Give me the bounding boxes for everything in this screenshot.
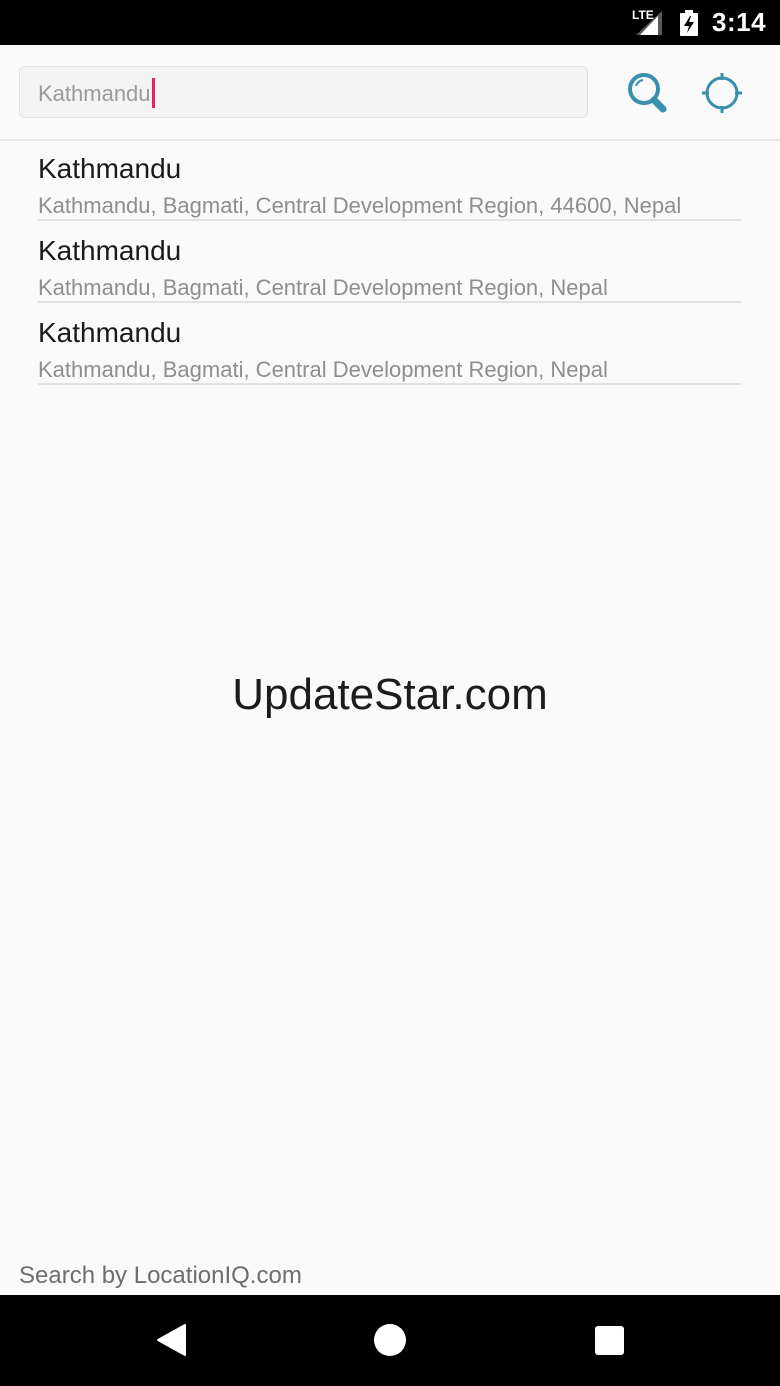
clock: 3:14 — [712, 7, 767, 37]
search-button[interactable] — [618, 62, 678, 122]
home-button[interactable] — [365, 1315, 415, 1365]
attribution-footer: Search by LocationIQ.com — [19, 1262, 302, 1289]
recents-button[interactable] — [585, 1315, 635, 1365]
result-title: Kathmandu — [38, 153, 182, 184]
search-toolbar: Kathmandu — [0, 45, 780, 141]
signal-strength-icon — [636, 11, 662, 35]
watermark: UpdateStar.com — [232, 670, 548, 719]
home-icon — [374, 1324, 406, 1356]
my-location-button[interactable] — [692, 62, 752, 122]
status-bar: LTE 3:14 — [0, 0, 780, 45]
result-item[interactable]: Kathmandu Kathmandu, Bagmati, Central De… — [38, 139, 741, 221]
result-address: Kathmandu, Bagmati, Central Development … — [38, 193, 682, 218]
navigation-bar — [0, 1295, 780, 1386]
result-item[interactable]: Kathmandu Kathmandu, Bagmati, Central De… — [38, 303, 741, 385]
result-item[interactable]: Kathmandu Kathmandu, Bagmati, Central De… — [38, 221, 741, 303]
back-icon — [157, 1324, 186, 1356]
search-input[interactable]: Kathmandu — [19, 66, 588, 118]
text-caret — [151, 78, 155, 108]
result-title: Kathmandu — [38, 317, 182, 348]
recents-icon — [595, 1326, 624, 1355]
results-list: Kathmandu Kathmandu, Bagmati, Central De… — [38, 139, 741, 385]
result-title: Kathmandu — [38, 235, 182, 266]
result-address: Kathmandu, Bagmati, Central Development … — [38, 357, 608, 382]
crosshair-locate-icon — [702, 73, 742, 113]
lte-signal-icon: LTE — [632, 8, 664, 37]
result-address: Kathmandu, Bagmati, Central Development … — [38, 275, 608, 300]
back-button[interactable] — [146, 1315, 196, 1365]
search-input-value: Kathmandu — [38, 78, 155, 110]
battery-charging-icon — [680, 10, 698, 36]
search-icon — [628, 73, 667, 113]
